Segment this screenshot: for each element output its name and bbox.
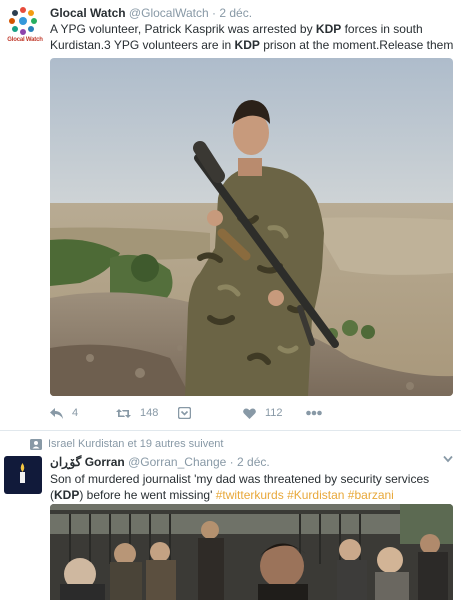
text-segment: A YPG volunteer, Patrick Kasprik was arr…	[50, 22, 316, 36]
tweet-photo[interactable]	[50, 504, 453, 600]
author-handle[interactable]: @Gorran_Change	[128, 455, 226, 469]
author-name[interactable]: گۆڕان Gorran	[50, 455, 125, 469]
candle-icon	[20, 463, 25, 483]
reply-icon	[50, 407, 63, 419]
text-segment: ) before he went missing'	[79, 488, 216, 502]
reply-count: 4	[72, 407, 79, 419]
tweet-actions: 4 148 112	[50, 404, 453, 422]
timestamp[interactable]: 2 déc.	[219, 6, 252, 20]
tweet-card[interactable]: Israel Kurdistan et 19 autres suivent گۆ…	[0, 430, 461, 600]
separator-dot: ·	[229, 455, 234, 469]
chevron-box-icon	[178, 407, 191, 419]
soldier-photo-illustration	[50, 58, 453, 396]
like-count: 112	[265, 407, 283, 419]
avatar[interactable]: Glocal Watch	[5, 6, 43, 46]
heart-icon	[243, 407, 256, 419]
chevron-down-icon[interactable]	[443, 455, 453, 463]
tweet-header: گۆڕان Gorran @Gorran_Change · 2 déc.	[50, 455, 270, 469]
follow-context: Israel Kurdistan et 19 autres suivent	[30, 438, 223, 450]
hashtag-link[interactable]: #twitterkurds	[216, 488, 284, 502]
text-bold-kdp: KDP	[315, 22, 342, 36]
more-button[interactable]	[306, 404, 322, 422]
tweet-text: A YPG volunteer, Patrick Kasprik was arr…	[50, 21, 458, 53]
tweet-text: Son of murdered journalist 'my dad was t…	[50, 471, 453, 503]
user-icon	[30, 438, 42, 450]
like-button[interactable]: 112	[243, 404, 283, 422]
tweet-header: Glocal Watch @GlocalWatch · 2 déc.	[50, 6, 252, 20]
hashtag-link[interactable]: #Kurdistan	[287, 488, 344, 502]
more-share-button[interactable]	[178, 404, 191, 422]
follow-context-text[interactable]: Israel Kurdistan et 19 autres suivent	[48, 438, 223, 450]
timestamp[interactable]: 2 déc.	[237, 455, 270, 469]
retweet-button[interactable]: 148	[116, 404, 158, 422]
ellipsis-icon	[306, 410, 322, 416]
avatar[interactable]	[4, 456, 42, 494]
author-handle[interactable]: @GlocalWatch	[129, 6, 209, 20]
tweet-photo[interactable]	[50, 58, 453, 396]
tweet-card[interactable]: Glocal Watch Glocal Watch @GlocalWatch ·…	[0, 0, 461, 430]
crowd-photo-illustration	[50, 504, 453, 600]
logo-icon	[9, 7, 37, 35]
text-segment: prison at the moment.Release them	[259, 38, 454, 52]
reply-button[interactable]: 4	[50, 404, 78, 422]
author-name[interactable]: Glocal Watch	[50, 6, 126, 20]
avatar-brand-label: Glocal Watch	[7, 37, 43, 43]
text-bold-kdp: KDP	[54, 488, 80, 502]
separator-dot: ·	[212, 6, 217, 20]
retweet-count: 148	[140, 407, 159, 419]
retweet-icon	[116, 408, 131, 418]
text-bold-kdp: KDP	[234, 38, 260, 52]
hashtag-link[interactable]: #barzani	[348, 488, 394, 502]
